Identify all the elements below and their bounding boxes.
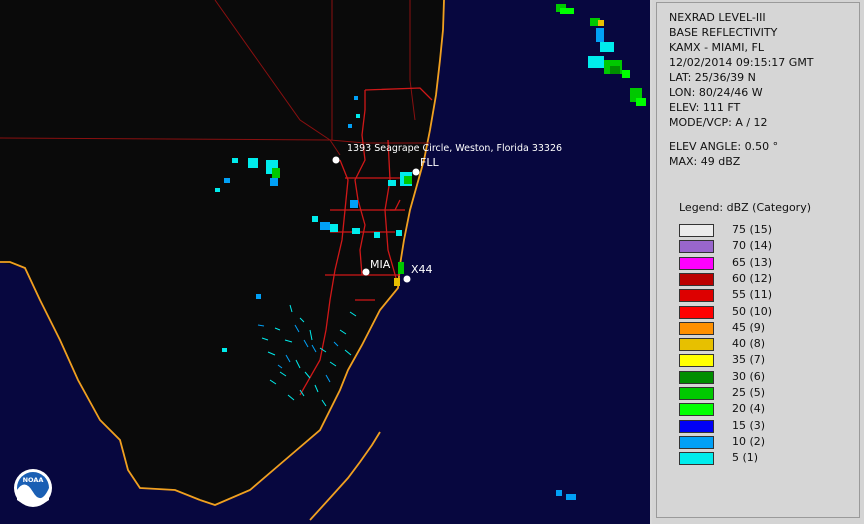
product-type: BASE REFLECTIVITY bbox=[669, 26, 778, 39]
legend-label: 60 (12) bbox=[732, 271, 773, 285]
info-box: NEXRAD LEVEL-III BASE REFLECTIVITY KAMX … bbox=[656, 2, 860, 518]
legend-swatch bbox=[679, 272, 714, 286]
legend-swatch bbox=[679, 403, 714, 417]
scan-datetime: 12/02/2014 09:15:17 GMT bbox=[669, 56, 814, 69]
legend-swatch bbox=[679, 370, 714, 384]
legend-swatch bbox=[679, 224, 714, 237]
mia-label: MIA bbox=[370, 258, 391, 271]
legend-label: 5 (1) bbox=[732, 451, 759, 465]
station-name: KAMX - MIAMI, FL bbox=[669, 41, 764, 54]
legend-swatch bbox=[679, 240, 714, 254]
legend-swatch bbox=[679, 338, 714, 352]
legend-label: 35 (7) bbox=[732, 353, 766, 367]
legend-label: 30 (6) bbox=[732, 369, 766, 383]
legend-swatch bbox=[679, 305, 714, 319]
legend-label: 50 (10) bbox=[732, 304, 773, 318]
max-dbz: MAX: 49 dBZ bbox=[669, 155, 741, 168]
address-label: 1393 Seagrape Circle, Weston, Florida 33… bbox=[347, 143, 562, 154]
product-name: NEXRAD LEVEL-III bbox=[669, 11, 766, 24]
legend-label: 45 (9) bbox=[732, 320, 766, 334]
legend-label: 20 (4) bbox=[732, 402, 766, 416]
radar-viewer: 1393 Seagrape Circle, Weston, Florida 33… bbox=[0, 0, 864, 524]
legend-swatch bbox=[679, 419, 714, 433]
mode-vcp: MODE/VCP: A / 12 bbox=[669, 116, 768, 129]
legend-label: 40 (8) bbox=[732, 337, 766, 351]
x44-label: X44 bbox=[411, 263, 433, 276]
legend-label: 15 (3) bbox=[732, 418, 766, 432]
station-elev: ELEV: 111 FT bbox=[669, 101, 741, 114]
legend-label: 70 (14) bbox=[732, 239, 773, 253]
legend-label: 65 (13) bbox=[732, 255, 773, 269]
address-marker[interactable] bbox=[332, 156, 340, 164]
x44-marker[interactable] bbox=[403, 275, 411, 283]
fll-label: FLL bbox=[420, 156, 439, 169]
legend-label: 75 (15) bbox=[732, 223, 773, 236]
station-lon: LON: 80/24/46 W bbox=[669, 86, 763, 99]
legend-swatch bbox=[679, 321, 714, 335]
legend-title: Legend: dBZ (Category) bbox=[679, 201, 811, 214]
legend-swatch bbox=[679, 354, 714, 368]
station-lat: LAT: 25/36/39 N bbox=[669, 71, 756, 84]
info-panel: NEXRAD LEVEL-III BASE REFLECTIVITY KAMX … bbox=[652, 0, 864, 524]
legend-swatch bbox=[679, 387, 714, 400]
radar-map-canvas[interactable]: 1393 Seagrape Circle, Weston, Florida 33… bbox=[0, 0, 650, 524]
legend-swatch bbox=[679, 256, 714, 270]
elev-angle: ELEV ANGLE: 0.50 ° bbox=[669, 140, 779, 153]
mia-marker[interactable] bbox=[362, 268, 370, 276]
legend-label: 10 (2) bbox=[732, 434, 766, 448]
noaa-logo: NOAA bbox=[14, 469, 52, 507]
legend-label: 55 (11) bbox=[732, 288, 773, 302]
noaa-logo-text: NOAA bbox=[23, 476, 44, 484]
legend-swatch bbox=[679, 452, 714, 466]
radar-map[interactable]: 1393 Seagrape Circle, Weston, Florida 33… bbox=[0, 0, 650, 524]
fll-marker[interactable] bbox=[412, 168, 420, 176]
legend-swatch bbox=[679, 435, 714, 449]
legend-swatch bbox=[679, 289, 714, 303]
legend-label: 25 (5) bbox=[732, 386, 766, 399]
